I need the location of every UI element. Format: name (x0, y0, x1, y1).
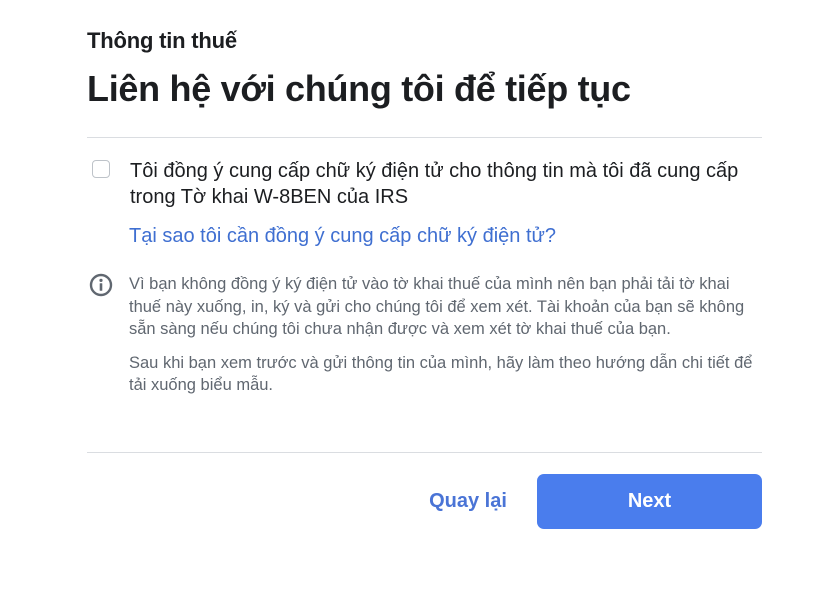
tax-info-page: Thông tin thuế Liên hệ với chúng tôi để … (0, 0, 837, 609)
bottom-divider (87, 452, 762, 453)
section-label: Thông tin thuế (87, 28, 237, 53)
page-title: Liên hệ với chúng tôi để tiếp tục (87, 68, 631, 109)
top-divider (87, 137, 762, 138)
info-paragraph-2: Sau khi bạn xem trước và gửi thông tin c… (129, 353, 753, 395)
why-consent-link[interactable]: Tại sao tôi cần đồng ý cung cấp chữ ký đ… (129, 225, 556, 248)
info-icon (89, 273, 113, 297)
info-text: Vì bạn không đồng ý ký điện tử vào tờ kh… (129, 273, 763, 408)
e-signature-consent-checkbox[interactable] (92, 160, 110, 178)
info-paragraph-1: Vì bạn không đồng ý ký điện tử vào tờ kh… (129, 275, 745, 338)
next-button[interactable]: Next (537, 474, 762, 529)
back-button[interactable]: Quay lại (428, 486, 508, 517)
consent-label: Tôi đồng ý cung cấp chữ ký điện tử cho t… (130, 160, 739, 208)
